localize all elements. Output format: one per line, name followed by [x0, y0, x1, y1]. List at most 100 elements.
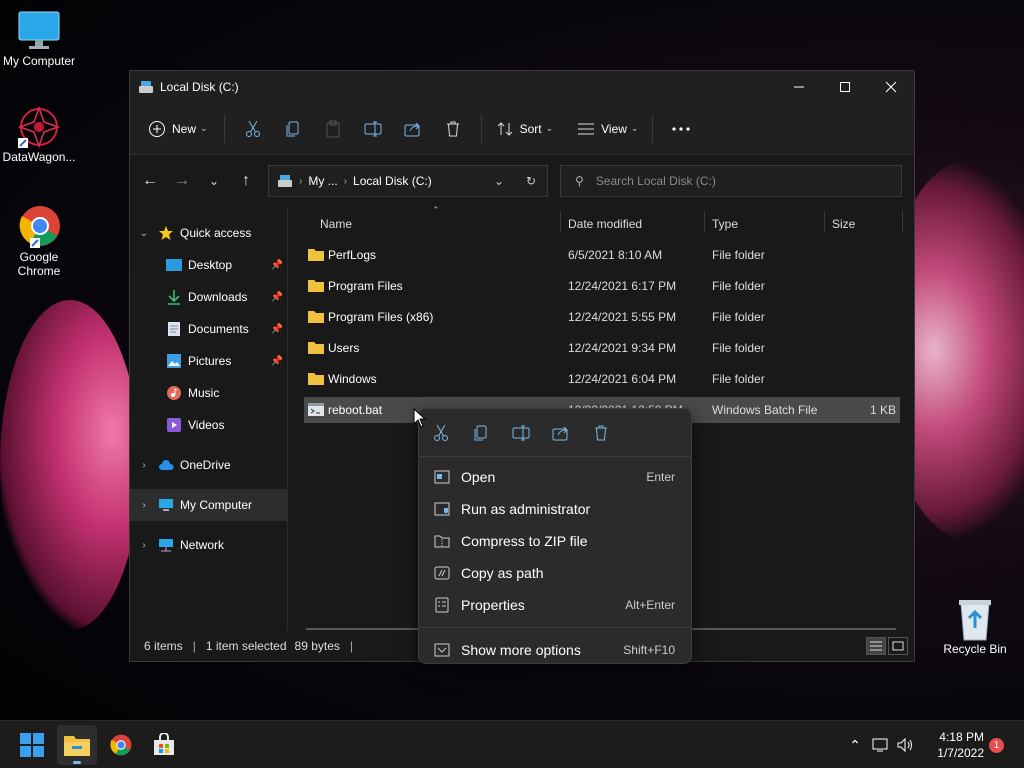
share-button[interactable] [393, 113, 433, 145]
notification-badge[interactable]: 1 [989, 738, 1004, 753]
selection-size: 89 bytes [294, 639, 340, 653]
column-divider[interactable] [560, 211, 561, 233]
breadcrumb-my-computer[interactable]: My ... [308, 174, 337, 188]
delete-button[interactable] [433, 113, 473, 145]
menu-item-shortcut: Shift+F10 [623, 643, 675, 657]
context-delete-button[interactable] [581, 417, 621, 449]
clock-time: 4:18 PM [939, 730, 984, 744]
sidebar-item-desktop[interactable]: Desktop 📌 [130, 249, 287, 281]
recent-locations-button[interactable]: ⌄ [198, 165, 230, 197]
menu-item-copy-as-path[interactable]: Copy as path [419, 557, 691, 589]
copy-button[interactable] [273, 113, 313, 145]
search-placeholder: Search Local Disk (C:) [595, 174, 716, 188]
table-row[interactable]: Program Files (x86) 12/24/2021 5:55 PM F… [304, 304, 900, 330]
tiles-view-button[interactable] [888, 637, 908, 655]
forward-button[interactable]: → [166, 165, 198, 197]
status-divider: | [192, 639, 196, 653]
minimize-button[interactable] [776, 71, 822, 103]
column-divider[interactable] [704, 211, 705, 233]
view-list-icon [578, 123, 595, 134]
column-header-type[interactable]: Type [712, 217, 738, 231]
cloud-icon [158, 457, 174, 473]
taskbar-chrome[interactable] [101, 725, 141, 765]
chevron-right-icon[interactable]: › [130, 500, 158, 511]
title-bar[interactable]: Local Disk (C:) [130, 71, 914, 103]
breadcrumb-local-disk[interactable]: Local Disk (C:) [353, 174, 432, 188]
start-button[interactable] [12, 725, 52, 765]
file-date: 12/24/2021 9:34 PM [568, 341, 677, 355]
sidebar-item-network[interactable]: › Network [130, 529, 287, 561]
context-copy-button[interactable] [461, 417, 501, 449]
volume-icon[interactable] [896, 737, 914, 753]
menu-item-shortcut: Enter [646, 470, 675, 484]
sort-button[interactable]: Sort ⌄ [496, 113, 553, 145]
menu-item-properties[interactable]: Properties Alt+Enter [419, 589, 691, 621]
rename-button[interactable] [353, 113, 393, 145]
refresh-button[interactable]: ↻ [515, 174, 547, 188]
sidebar-item-pictures[interactable]: Pictures 📌 [130, 345, 287, 377]
show-hidden-icons-button[interactable]: ⌃ [844, 737, 866, 754]
sidebar-item-label: Desktop [188, 258, 233, 272]
desktop-icon-datawagon[interactable]: DataWagon... [0, 104, 78, 164]
taskbar-store[interactable] [144, 725, 184, 765]
desktop-icon-my-computer[interactable]: My Computer [0, 8, 78, 68]
chevron-right-icon[interactable]: › [130, 540, 158, 551]
up-button[interactable]: ↑ [230, 165, 262, 197]
column-divider[interactable] [824, 211, 825, 233]
menu-item-open[interactable]: Open Enter [419, 461, 691, 493]
video-icon [166, 417, 182, 433]
search-input[interactable]: ⚲ Search Local Disk (C:) [560, 165, 902, 197]
menu-item-show-more-options[interactable]: Show more options Shift+F10 [419, 634, 691, 666]
sidebar-item-my-computer[interactable]: › My Computer [130, 489, 287, 521]
column-header-size[interactable]: Size [832, 217, 855, 231]
sidebar-item-label: Documents [188, 322, 249, 336]
table-row[interactable]: Program Files 12/24/2021 6:17 PM File fo… [304, 273, 900, 299]
more-options-button[interactable] [661, 113, 701, 145]
sidebar-item-label: Downloads [188, 290, 248, 304]
context-cut-button[interactable] [421, 417, 461, 449]
close-icon [885, 81, 897, 93]
chevron-right-icon[interactable]: › [130, 460, 158, 471]
menu-item-label: Show more options [461, 642, 581, 658]
sidebar-item-videos[interactable]: Videos [130, 409, 287, 441]
table-row[interactable]: Users 12/24/2021 9:34 PM File folder [304, 335, 900, 361]
address-bar[interactable]: › My ... › Local Disk (C:) ⌄ ↻ [268, 165, 548, 197]
details-view-button[interactable] [866, 637, 886, 655]
column-divider[interactable] [902, 211, 903, 233]
clock[interactable]: 4:18 PM 1/7/2022 [937, 729, 984, 761]
sidebar-item-music[interactable]: Music [130, 377, 287, 409]
close-button[interactable] [868, 71, 914, 103]
table-row[interactable]: PerfLogs 6/5/2021 8:10 AM File folder [304, 242, 900, 268]
desktop-icon-label: My Computer [2, 54, 76, 68]
chevron-down-icon[interactable]: ⌄ [130, 228, 158, 239]
copy-icon [286, 121, 299, 136]
view-button[interactable]: View ⌄ [577, 113, 638, 145]
context-share-button[interactable] [541, 417, 581, 449]
address-dropdown-button[interactable]: ⌄ [483, 174, 515, 188]
context-rename-button[interactable] [501, 417, 541, 449]
menu-item-run-as-administrator[interactable]: Run as administrator [419, 493, 691, 525]
column-header-name[interactable]: Name [320, 217, 352, 231]
sidebar-item-documents[interactable]: Documents 📌 [130, 313, 287, 345]
cut-button[interactable] [233, 113, 273, 145]
maximize-button[interactable] [822, 71, 868, 103]
table-row[interactable]: Windows 12/24/2021 6:04 PM File folder [304, 366, 900, 392]
desktop-icon-chrome[interactable]: Google Chrome [0, 204, 78, 278]
back-button[interactable]: ← [134, 165, 166, 197]
sidebar-item-downloads[interactable]: Downloads 📌 [130, 281, 287, 313]
pin-icon: 📌 [270, 355, 283, 367]
paste-button[interactable] [313, 113, 353, 145]
sidebar-item-quick-access[interactable]: ⌄ Quick access [130, 217, 287, 249]
new-button[interactable]: New ⌄ [148, 113, 208, 145]
menu-item-compress-zip[interactable]: Compress to ZIP file [419, 525, 691, 557]
folder-icon [308, 280, 324, 292]
sidebar-item-onedrive[interactable]: › OneDrive [130, 449, 287, 481]
desktop-icon-recycle-bin[interactable]: Recycle Bin [936, 596, 1014, 656]
taskbar-file-explorer[interactable] [57, 725, 97, 765]
network-icon[interactable] [872, 737, 890, 753]
taskbar: ⌃ 4:18 PM 1/7/2022 1 [0, 720, 1024, 768]
pin-icon: 📌 [270, 291, 283, 303]
column-header-date[interactable]: Date modified [568, 217, 642, 231]
datawagon-logo-icon [17, 105, 61, 149]
search-icon: ⚲ [575, 174, 584, 188]
